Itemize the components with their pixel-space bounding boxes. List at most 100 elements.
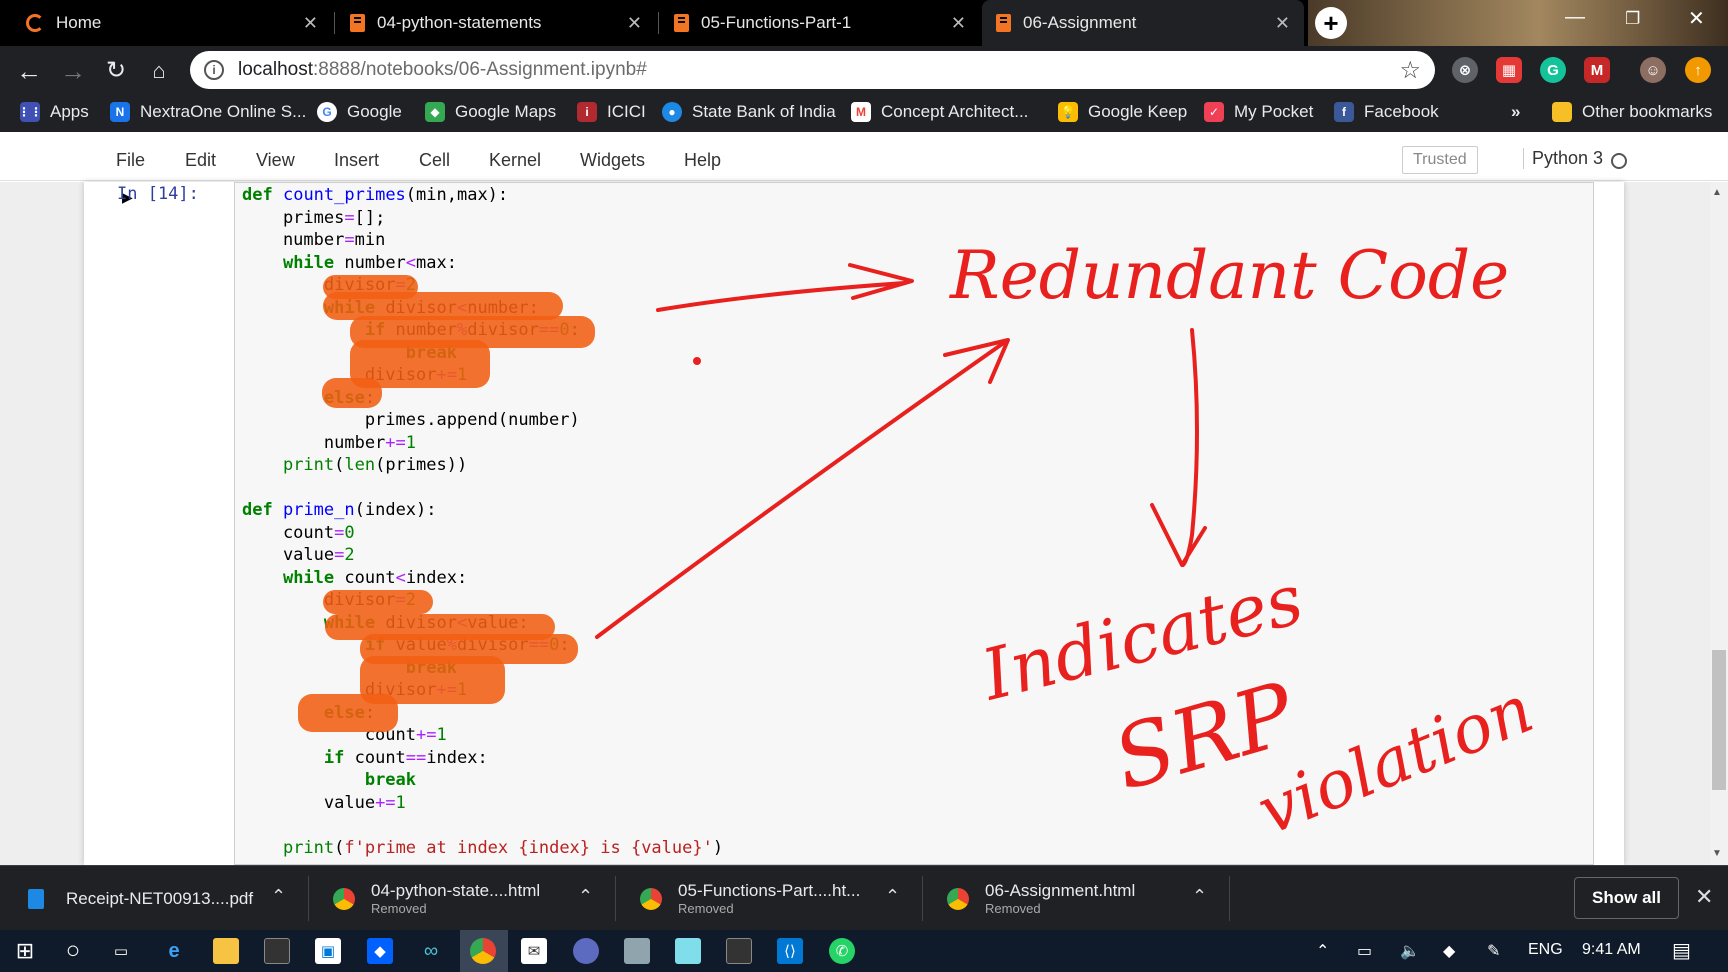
other-bookmarks[interactable]: Other bookmarks [1552,102,1712,122]
dropbox-icon[interactable]: ◆ [367,938,393,964]
tab-06-assignment[interactable]: 06-Assignment ✕ [982,0,1304,46]
close-icon[interactable]: ✕ [951,13,966,34]
menu-cell[interactable]: Cell [419,150,450,171]
grammarly-icon[interactable]: G [1540,57,1566,83]
chevron-up-icon[interactable]: ⌃ [885,886,900,907]
bookmark-sbi[interactable]: ● State Bank of India [662,102,836,122]
tab-home[interactable]: Home ✕ [12,0,332,46]
eclipse-icon[interactable] [573,938,599,964]
new-tab-button[interactable]: + [1315,7,1347,39]
trusted-indicator[interactable]: Trusted [1402,146,1478,174]
chevron-up-icon[interactable]: ⌃ [578,886,593,907]
code-line: number=min [242,230,386,250]
task-view-icon[interactable]: ▭ [108,938,134,964]
menu-file[interactable]: File [116,150,145,171]
minimize-icon[interactable]: — [1565,6,1585,29]
menu-view[interactable]: View [256,150,295,171]
notifications-icon[interactable]: ▤ [1672,938,1691,963]
close-icon[interactable]: ✕ [1275,13,1290,34]
code-block[interactable]: def count_primes(min,max): primes=[]; nu… [242,184,723,859]
tab-04-python-statements[interactable]: 04-python-statements ✕ [336,0,656,46]
home-icon[interactable]: ⌂ [144,58,174,84]
menu-insert[interactable]: Insert [334,150,379,171]
info-icon[interactable]: i [204,60,224,80]
chevron-up-icon[interactable]: ⌃ [271,886,286,907]
forward-icon[interactable]: → [58,56,88,87]
back-icon[interactable]: ← [14,56,44,87]
menu-edit[interactable]: Edit [185,150,216,171]
bookmark-facebook[interactable]: f Facebook [1334,102,1439,122]
bookmark-my-pocket[interactable]: ✓ My Pocket [1204,102,1313,122]
volume-icon[interactable]: 🔈 [1400,941,1420,961]
scroll-up-icon[interactable]: ▲ [1712,187,1722,198]
bookmark-label: Google Maps [455,102,557,121]
menu-kernel[interactable]: Kernel [489,150,541,171]
pen-icon[interactable]: ✎ [1487,941,1500,961]
highlight-scribble [323,590,433,614]
profile-avatar[interactable]: ☺ [1640,57,1666,83]
highlight-scribble [298,694,398,732]
code-line: else: [242,387,723,410]
battery-icon[interactable]: ▭ [1357,941,1372,961]
download-item[interactable]: 04-python-state....html Removed ⌃ [333,866,603,931]
mail-extension-icon[interactable]: M [1584,57,1610,83]
menu-widgets[interactable]: Widgets [580,150,645,171]
show-all-button[interactable]: Show all [1574,877,1679,919]
close-icon[interactable]: ✕ [627,13,642,34]
tab-05-functions-part-1[interactable]: 05-Functions-Part-1 ✕ [660,0,980,46]
vscode-icon[interactable]: ⟨⟩ [777,938,803,964]
close-icon[interactable]: ✕ [1695,884,1713,910]
restore-icon[interactable]: ❐ [1625,9,1640,29]
bookmark-google-maps[interactable]: ◆ Google Maps [425,102,556,122]
bookmark-star-icon[interactable]: ☆ [1399,56,1421,85]
file-explorer-icon[interactable] [213,938,239,964]
reload-icon[interactable]: ↻ [101,56,131,85]
edge-icon[interactable]: e [161,938,187,964]
window-close-icon[interactable]: ✕ [1688,6,1705,31]
windows-start-icon[interactable]: ⊞ [12,938,38,964]
menu-help[interactable]: Help [684,150,721,171]
code-line: value=2 [242,545,355,565]
cortana-icon[interactable]: ○ [60,937,86,964]
cmd-icon[interactable] [726,938,752,964]
jupyter-menubar: File Edit View Insert Cell Kernel Widget… [0,139,1728,181]
folder-icon [1552,102,1572,122]
download-item[interactable]: 05-Functions-Part....ht... Removed ⌃ [640,866,910,931]
bookmark-google[interactable]: G Google [317,102,402,122]
scrollbar-thumb[interactable] [1712,650,1726,790]
terminal-icon[interactable] [264,938,290,964]
chevron-up-icon[interactable]: ⌃ [1192,886,1207,907]
scroll-down-icon[interactable]: ▼ [1712,848,1722,859]
bookmark-google-keep[interactable]: 💡 Google Keep [1058,102,1187,122]
dropbox-tray-icon[interactable]: ◆ [1443,941,1455,961]
bookmark-concept-architect[interactable]: M Concept Architect... [851,102,1028,122]
update-icon[interactable]: ↑ [1685,57,1711,83]
code-line: print(len(primes)) [282,455,468,475]
mail-icon[interactable]: ✉ [521,938,547,964]
notepad-icon[interactable] [675,938,701,964]
language-indicator[interactable]: ENG [1528,941,1563,959]
download-status: Removed [678,901,734,916]
bookmark-nextraone[interactable]: N NextraOne Online S... [110,102,306,122]
chrome-icon[interactable] [470,938,496,964]
address-bar[interactable]: i localhost :8888/notebooks/06-Assignmen… [190,51,1435,89]
chrome-icon [947,887,969,910]
clock[interactable]: 9:41 AM [1582,941,1641,959]
infinity-app-icon[interactable]: ∞ [418,938,444,964]
code-line: primes=[]; [242,207,386,228]
bookmarks-overflow-button[interactable]: » [1511,102,1520,122]
chevron-up-icon[interactable]: ⌃ [1316,941,1329,961]
extension-icon[interactable]: ⊗ [1452,57,1478,83]
whatsapp-icon[interactable]: ✆ [829,938,855,964]
bookmark-apps[interactable]: ⋮⋮ Apps [18,102,89,122]
calendar-extension-icon[interactable]: ▦ [1496,57,1522,83]
download-item[interactable]: Receipt-NET00913....pdf ⌃ [28,866,298,931]
close-icon[interactable]: ✕ [303,13,318,34]
network-app-icon[interactable] [624,938,650,964]
bookmark-icici[interactable]: i ICICI [577,102,646,122]
download-item[interactable]: 06-Assignment.html Removed ⌃ [947,866,1217,931]
maps-icon: ◆ [425,102,445,122]
store-icon[interactable]: ▣ [315,938,341,964]
